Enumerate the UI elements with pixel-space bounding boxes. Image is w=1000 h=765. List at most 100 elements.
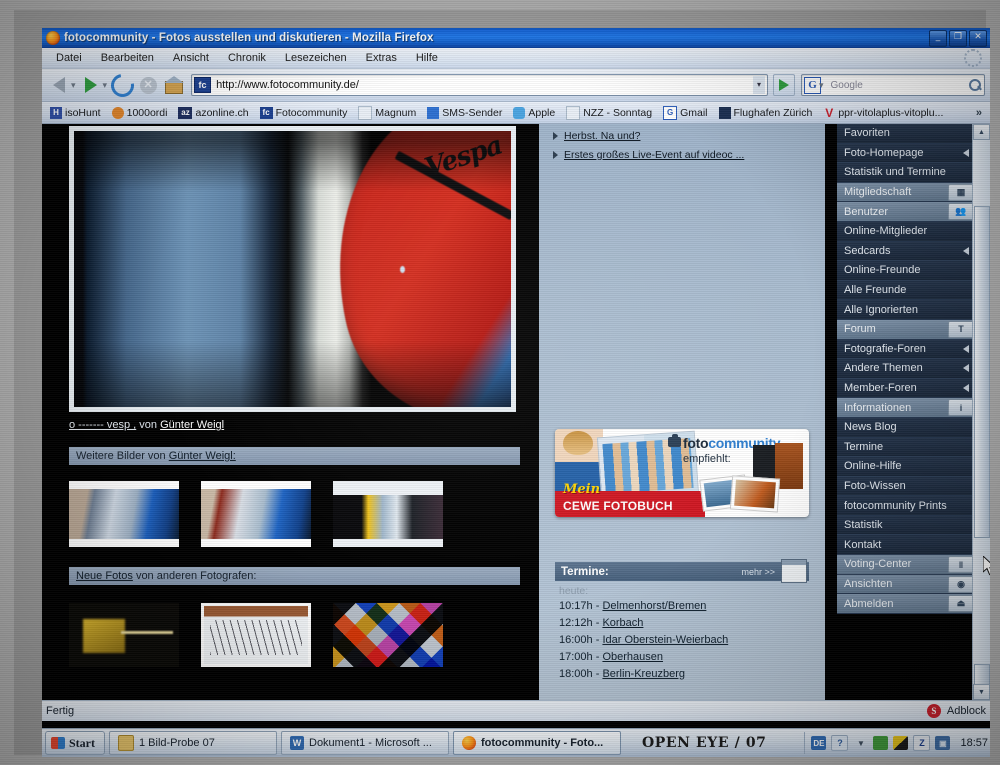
thumbnail[interactable] [333,603,443,667]
news-link[interactable]: Erstes großes Live-Event auf videoc ... [564,149,744,161]
termine-place-link[interactable]: Idar Oberstein-Weierbach [602,634,728,646]
sidebar-item-andere-themen[interactable]: Andere Themen [837,359,977,379]
sidebar-item-statistik-und-termine[interactable]: Statistik und Termine [837,163,977,183]
search-engine-dropdown-icon[interactable]: ▾ [819,80,824,91]
bookmark-1000ordi[interactable]: 1000ordi [108,106,172,120]
search-bar[interactable]: G ▾ Google [801,74,985,96]
maximize-button[interactable]: ❐ [949,30,967,47]
page-scrollbar[interactable]: ▲ ▼ [972,124,990,700]
bookmark-nzz[interactable]: NZZ - Sonntag [562,105,656,121]
main-photo[interactable]: Vespa [69,126,516,412]
sidebar-item-foto-wissen[interactable]: Foto-Wissen [837,476,977,497]
back-dropdown-icon[interactable]: ▾ [71,80,76,91]
news-item[interactable]: Herbst. Na und? [553,130,825,142]
sidebar-item-forum[interactable]: Forum T [837,319,977,340]
menu-chronik[interactable]: Chronik [220,51,277,65]
search-input[interactable]: Google [831,80,863,91]
sidebar-item-statistik[interactable]: Statistik [837,515,977,536]
termine-place-link[interactable]: Berlin-Kreuzberg [602,668,685,680]
sidebar-item-sedcards[interactable]: Sedcards [837,241,977,262]
sidebar-item-alle-freunde[interactable]: Alle Freunde [837,280,977,301]
thumbnail[interactable] [201,481,311,547]
sidebar-item-foto-homepage[interactable]: Foto-Homepage [837,143,977,164]
news-item[interactable]: Erstes großes Live-Event auf videoc ... [553,149,825,161]
sidebar-item-informationen[interactable]: Informationen i [837,398,977,418]
taskbar-item-dokument1[interactable]: W Dokument1 - Microsoft ... [281,731,449,755]
help-icon[interactable]: ? [831,735,849,751]
taskbar-clock[interactable]: 18:57 [955,737,990,749]
bookmark-flughafen-zuerich[interactable]: Flughafen Zürich [715,106,817,120]
reload-button[interactable] [106,68,139,102]
menu-bearbeiten[interactable]: Bearbeiten [93,51,165,65]
sidebar-item-abmelden[interactable]: Abmelden ⏏ [837,594,977,614]
sidebar-item-online-mitglieder[interactable]: Online-Mitglieder [837,221,977,242]
menu-hilfe[interactable]: Hilfe [408,51,449,65]
go-button[interactable] [773,74,795,96]
stop-button[interactable]: ✕ [136,73,160,97]
scroll-up-button[interactable]: ▲ [973,124,990,140]
taskbar-item-fotocommunity[interactable]: fotocommunity - Foto... [453,731,621,755]
home-button[interactable] [162,73,186,97]
photo-author-link[interactable]: Günter Weigl [160,419,224,431]
menu-datei[interactable]: Datei [48,51,93,65]
colors-icon[interactable] [893,736,909,750]
sidebar-item-alle-ignorierten[interactable]: Alle Ignorierten [837,300,977,320]
zone-alarm-icon[interactable]: Z [913,735,931,751]
close-button[interactable]: ✕ [969,30,987,47]
termine-place-link[interactable]: Oberhausen [602,651,663,663]
adblock-label[interactable]: Adblock [947,705,986,717]
address-dropdown-icon[interactable]: ▾ [752,76,765,94]
thumbnail[interactable] [201,603,311,667]
news-link[interactable]: Herbst. Na und? [564,130,640,142]
taskbar-item-bild-probe[interactable]: 1 Bild-Probe 07 [109,731,277,755]
sidebar-item-termine[interactable]: Termine [837,437,977,458]
forward-dropdown-icon[interactable]: ▾ [103,80,108,91]
advertisement-banner[interactable]: Mein CEWE FOTOBUCH fotocommunity empfieh… [555,429,809,517]
bookmarks-overflow-icon[interactable]: » [976,107,986,119]
back-button[interactable] [47,73,71,97]
sidebar-item-member-foren[interactable]: Member-Foren [837,378,977,399]
address-bar[interactable]: fc http://www.fotocommunity.de/ ▾ [191,74,768,96]
minimize-button[interactable]: _ [929,30,947,47]
bookmark-isohunt[interactable]: H isoHunt [46,106,105,120]
sidebar-item-news-blog[interactable]: News Blog [837,417,977,438]
new-photos-link[interactable]: Neue Fotos [76,570,133,582]
thumbnail[interactable] [333,481,443,547]
scrollbar-thumb[interactable] [974,206,990,538]
sidebar-item-kontakt[interactable]: Kontakt [837,535,977,556]
sidebar-item-fotocommunity-prints[interactable]: fotocommunity Prints [837,496,977,516]
menu-lesezeichen[interactable]: Lesezeichen [277,51,358,65]
green-app-icon[interactable] [873,736,889,750]
more-images-author-link[interactable]: Günter Weigl: [169,450,236,462]
start-button[interactable]: Start [45,731,105,755]
updates-icon[interactable]: ▼ [853,736,868,750]
termine-place-link[interactable]: Korbach [602,617,643,629]
adblock-icon[interactable]: S [926,704,941,718]
menu-ansicht[interactable]: Ansicht [165,51,220,65]
sidebar-item-fotografie-foren[interactable]: Fotografie-Foren [837,339,977,360]
bookmark-fotocommunity[interactable]: fc Fotocommunity [256,106,352,120]
sidebar-item-ansichten[interactable]: Ansichten ◉ [837,574,977,595]
termine-place-link[interactable]: Delmenhorst/Bremen [602,600,706,612]
thumbnail[interactable] [69,603,179,667]
sidebar-item-mitgliedschaft[interactable]: Mitgliedschaft ▦ [837,182,977,203]
bookmark-gmail[interactable]: G Gmail [659,105,711,121]
sidebar-item-online-freunde[interactable]: Online-Freunde [837,261,977,281]
language-indicator-icon[interactable]: DE [811,736,827,750]
thumbnail[interactable] [69,481,179,547]
adblock-status[interactable]: S Adblock [919,704,986,718]
menu-extras[interactable]: Extras [358,51,408,65]
sidebar-item-benutzer[interactable]: Benutzer 👥 [837,202,977,222]
bookmark-ppr-vitolaplus[interactable]: V ppr-vitolaplus-vitoplu... [819,106,947,120]
sidebar-item-online-hilfe[interactable]: Online-Hilfe [837,457,977,477]
bookmark-sms-sender[interactable]: SMS-Sender [423,106,506,120]
bookmark-azonline[interactable]: az azonline.ch [174,106,252,120]
network-icon[interactable]: ▣ [935,736,951,750]
bookmark-magnum[interactable]: Magnum [354,105,420,121]
termine-more-link[interactable]: mehr >> [741,567,775,577]
forward-button[interactable] [79,73,103,97]
bookmark-apple[interactable]: Apple [509,106,559,120]
photo-title-link[interactable]: o ------- vesp , [69,419,136,431]
sidebar-item-favoriten[interactable]: Favoriten [837,124,977,144]
scroll-down-button[interactable]: ▼ [973,684,990,700]
